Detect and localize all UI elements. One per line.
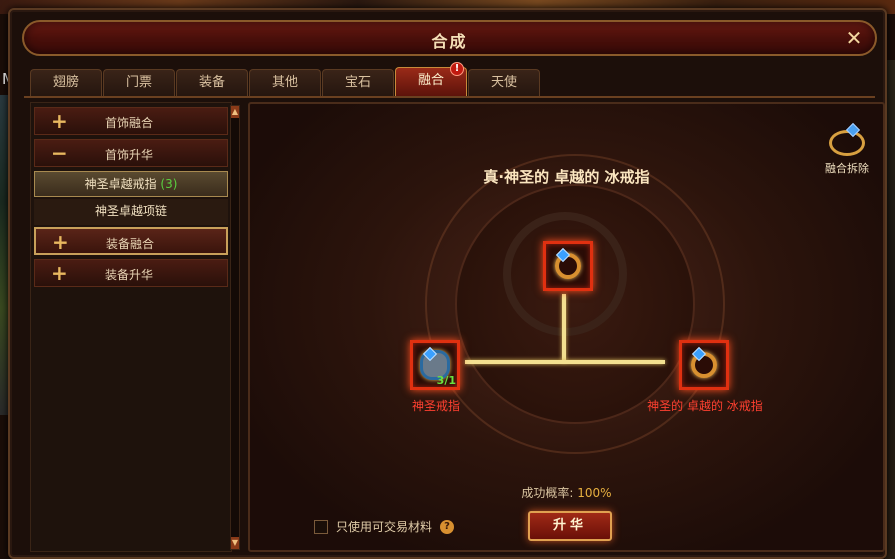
tradable-only-label: 只使用可交易材料: [336, 520, 433, 534]
disassemble-label: 融合拆除: [825, 162, 869, 175]
sidebar-item-accessory-fusion[interactable]: + 首饰融合: [34, 107, 228, 135]
ring-disassemble-icon: [829, 130, 865, 156]
tab-other[interactable]: 其他: [249, 69, 321, 97]
sidebar-item-label: 装备升华: [105, 268, 154, 282]
help-icon[interactable]: ?: [440, 519, 455, 534]
sidebar-subitem-divine-excellent-ring[interactable]: 神圣卓越戒指 (3): [34, 171, 228, 197]
connector-line: [562, 294, 566, 362]
sidebar-subitem-divine-excellent-necklace[interactable]: 神圣卓越项链: [34, 199, 228, 225]
tab-fusion[interactable]: 融合 !: [395, 62, 467, 97]
material-slot-left[interactable]: 3/1: [410, 340, 460, 390]
sidebar-item-equipment-sublimation[interactable]: + 装备升华: [34, 259, 228, 287]
result-item-slot[interactable]: [543, 241, 593, 291]
tab-angel[interactable]: 天使: [468, 69, 540, 97]
scroll-up-icon[interactable]: ▲: [231, 106, 239, 118]
window-title: 合成: [431, 32, 468, 51]
material-name-left: 神圣戒指: [411, 399, 460, 413]
subitem-label: 神圣卓越戒指: [84, 177, 157, 191]
success-rate-label: 成功概率:: [521, 486, 574, 500]
success-rate: 成功概率: 100%: [250, 484, 883, 501]
tab-bar: 翅膀 门票 装备 其他 宝石 融合 ! 天使: [30, 62, 540, 97]
target-item-title: 真·神圣的 卓越的 冰戒指: [483, 168, 650, 186]
tab-wings[interactable]: 翅膀: [30, 69, 102, 97]
sidebar-scrollbar[interactable]: ▲ ▼: [230, 105, 240, 550]
expand-icon: +: [52, 230, 69, 254]
tradable-option: 只使用可交易材料 ?: [314, 518, 455, 535]
material-slot-right[interactable]: [679, 340, 729, 390]
category-sidebar: + 首饰融合 − 首饰升华 神圣卓越戒指 (3) 神圣卓越项链 + 装备融合 +…: [30, 102, 232, 552]
sidebar-item-equipment-fusion[interactable]: + 装备融合: [34, 227, 228, 255]
tab-equipment[interactable]: 装备: [176, 69, 248, 97]
tab-tickets[interactable]: 门票: [103, 69, 175, 97]
material-quantity: 3/1: [436, 374, 456, 387]
subitem-count: (3): [160, 177, 178, 191]
title-bar: 合成 ✕: [22, 20, 877, 56]
fusion-panel: 真·神圣的 卓越的 冰戒指 融合拆除 3/1 神圣戒指 神圣的 卓越的 冰戒指 …: [248, 102, 885, 552]
expand-icon: +: [51, 109, 68, 133]
subitem-label: 神圣卓越项链: [94, 204, 167, 218]
alert-badge-icon: !: [450, 62, 464, 76]
close-icon[interactable]: ✕: [843, 27, 865, 49]
fusion-disassemble-button[interactable]: 融合拆除: [817, 130, 877, 176]
collapse-icon: −: [51, 141, 68, 165]
sublimate-button[interactable]: 升华: [528, 511, 612, 541]
success-rate-value: 100%: [577, 486, 612, 500]
expand-icon: +: [51, 261, 68, 285]
scroll-down-icon[interactable]: ▼: [231, 537, 239, 549]
sidebar-item-label: 首饰升华: [105, 148, 154, 162]
sidebar-item-label: 首饰融合: [105, 116, 154, 130]
sidebar-item-accessory-sublimation[interactable]: − 首饰升华: [34, 139, 228, 167]
tab-fusion-label: 融合: [417, 73, 444, 88]
connector-line: [465, 360, 665, 364]
background-left-edge: [0, 95, 8, 415]
sidebar-item-label: 装备融合: [106, 237, 155, 251]
material-name-right: 神圣的 卓越的 冰戒指: [647, 399, 763, 413]
tradable-only-checkbox[interactable]: [314, 519, 328, 534]
tab-gems[interactable]: 宝石: [322, 69, 394, 97]
synthesis-window: 合成 ✕ 翅膀 门票 装备 其他 宝石 融合 ! 天使 + 首饰融合 − 首饰升…: [8, 8, 887, 559]
